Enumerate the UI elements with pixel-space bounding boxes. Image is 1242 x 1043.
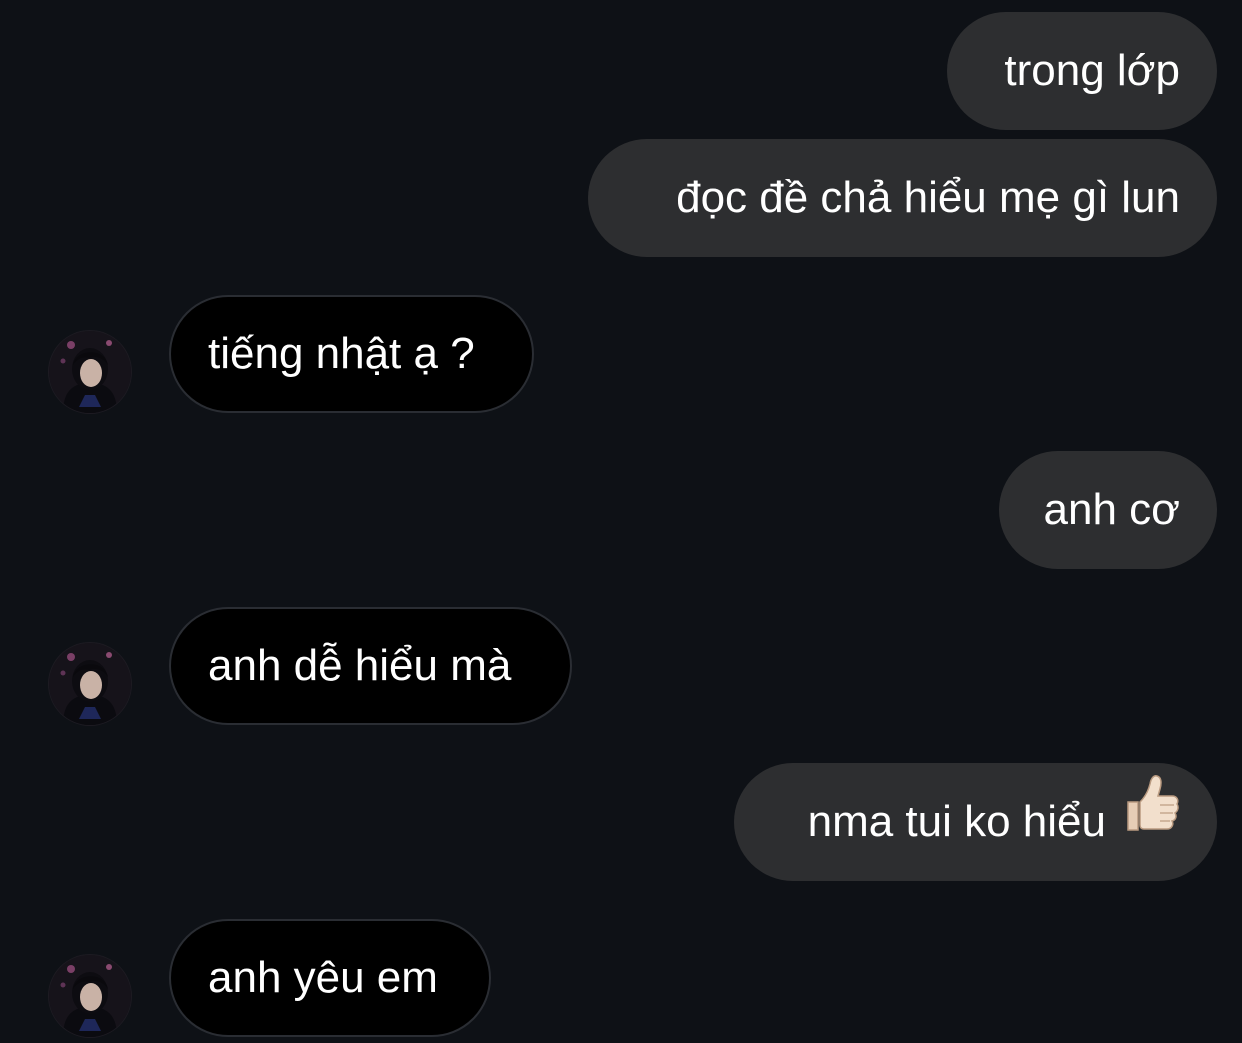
message-text: trong lớp: [1004, 46, 1180, 95]
avatar-photo: [49, 643, 131, 725]
thumbs-up-icon: [1120, 761, 1180, 879]
contact-avatar[interactable]: [49, 955, 131, 1037]
message-text: anh yêu em: [208, 953, 438, 1002]
received-message-bubble[interactable]: anh yêu em: [169, 919, 491, 1037]
message-text: nma tui ko hiểu: [807, 797, 1106, 846]
sent-message-bubble[interactable]: đọc đề chả hiểu mẹ gì lun: [588, 139, 1217, 257]
contact-avatar[interactable]: [49, 643, 131, 725]
received-message-bubble[interactable]: anh dễ hiểu mà: [169, 607, 572, 725]
message-text: tiếng nhật ạ ?: [208, 329, 475, 378]
chat-thread: trong lớp đọc đề chả hiểu mẹ gì lun tiến…: [0, 0, 1242, 1043]
sent-message-bubble[interactable]: nma tui ko hiểu: [734, 763, 1217, 881]
message-text: anh cơ: [1043, 485, 1181, 534]
avatar-photo: [49, 331, 131, 413]
contact-avatar[interactable]: [49, 331, 131, 413]
message-text: đọc đề chả hiểu mẹ gì lun: [676, 173, 1180, 222]
avatar-photo: [49, 955, 131, 1037]
message-text: anh dễ hiểu mà: [208, 641, 512, 690]
sent-message-bubble[interactable]: trong lớp: [947, 12, 1217, 130]
sent-message-bubble[interactable]: anh cơ: [999, 451, 1217, 569]
received-message-bubble[interactable]: tiếng nhật ạ ?: [169, 295, 534, 413]
